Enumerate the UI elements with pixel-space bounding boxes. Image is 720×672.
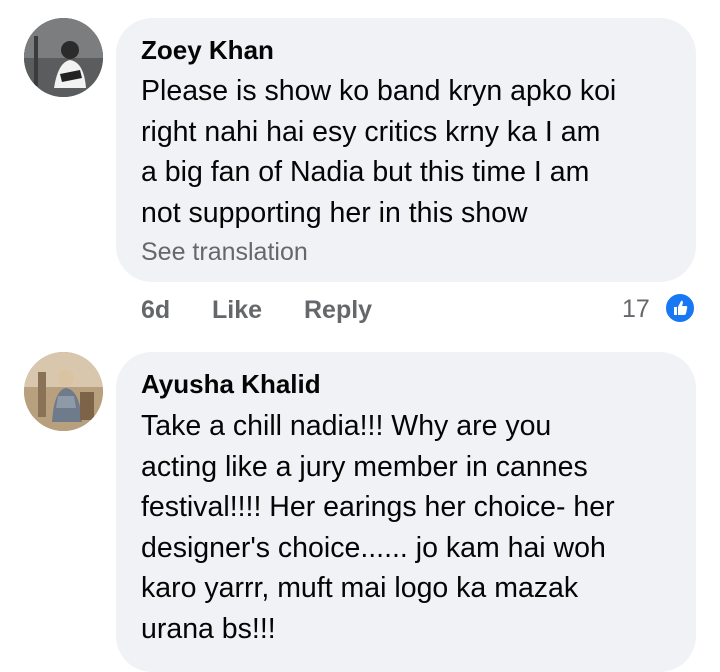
- comment-text-line: acting like a jury member in cannes: [141, 450, 588, 483]
- comment-text-line: festival!!!! Her earings her choice- her: [141, 491, 615, 523]
- comment-text-line: designer's choice...... jo kam hai woh: [141, 531, 606, 564]
- comment-text-line: Take a chill nadia!!! Why are you: [141, 410, 552, 442]
- comment-text-line: urana bs!!!: [141, 612, 276, 645]
- avatar[interactable]: [24, 352, 103, 431]
- comment-bubble: Ayusha Khalid Take a chill nadia!!! Why …: [116, 352, 696, 672]
- comment-text: Take a chill nadia!!! Why are you acting…: [141, 406, 681, 649]
- comment: Ayusha Khalid Take a chill nadia!!! Why …: [0, 0, 720, 672]
- comment-text-line: karo yarrr, muft mai logo ka mazak: [141, 572, 579, 604]
- comment-author[interactable]: Ayusha Khalid: [141, 369, 321, 400]
